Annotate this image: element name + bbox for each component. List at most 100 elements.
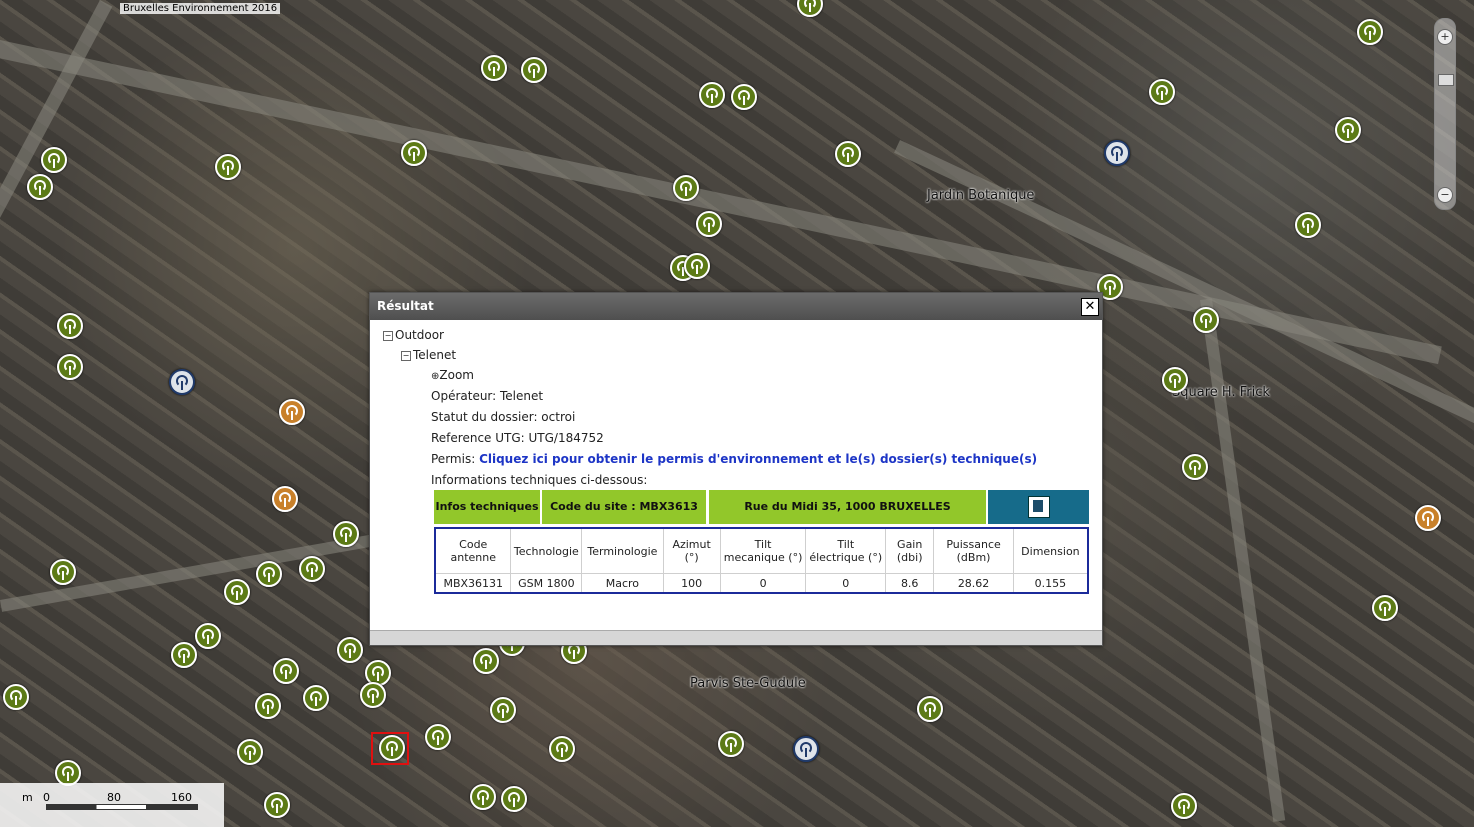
antenna-marker-icon[interactable] — [521, 57, 547, 83]
antenna-marker-icon[interactable] — [673, 175, 699, 201]
antenna-marker-icon[interactable] — [3, 684, 29, 710]
antenna-marker-icon[interactable] — [549, 736, 575, 762]
result-footer[interactable] — [370, 630, 1102, 645]
permis-link[interactable]: Cliquez ici pour obtenir le permis d'env… — [479, 452, 1037, 466]
table-cell: 100 — [662, 573, 721, 594]
antenna-marker-icon[interactable] — [501, 786, 527, 812]
scale-tick: 0 — [43, 791, 50, 804]
antenna-marker-icon[interactable] — [1149, 79, 1175, 105]
antenna-marker-icon[interactable] — [481, 55, 507, 81]
scale-graduation — [46, 804, 198, 810]
scale-unit: m — [22, 791, 33, 804]
antenna-marker-icon[interactable] — [1357, 19, 1383, 45]
antenna-marker-icon[interactable] — [1372, 595, 1398, 621]
table-row: MBX36131 GSM 1800 Macro 100 0 0 8.6 28.62 0.155 — [434, 573, 1089, 594]
table-cell: 28.62 — [933, 573, 1014, 594]
antenna-marker-icon[interactable] — [255, 693, 281, 719]
antenna-marker-icon[interactable] — [1295, 212, 1321, 238]
antenna-marker-icon[interactable] — [425, 724, 451, 750]
selected-antenna-highlight — [371, 732, 409, 765]
table-cell: 0.155 — [1012, 573, 1089, 594]
antenna-marker-icon[interactable] — [718, 731, 744, 757]
antenna-marker-icon[interactable] — [237, 739, 263, 765]
scale-bar: m 0 80 160 — [0, 783, 224, 827]
antenna-marker-icon[interactable] — [57, 313, 83, 339]
antenna-marker-icon[interactable] — [279, 399, 305, 425]
close-button[interactable]: ✕ — [1081, 298, 1099, 316]
antenna-marker-icon[interactable] — [470, 784, 496, 810]
antenna-marker-icon[interactable] — [333, 521, 359, 547]
antenna-marker-icon[interactable] — [337, 637, 363, 663]
pdf-download-cell[interactable] — [988, 490, 1089, 524]
antenna-marker-icon[interactable] — [27, 174, 53, 200]
table-header-row: Code antenne Technologie Terminologie Azimu… — [434, 527, 1089, 574]
tree-node-outdoor[interactable]: − Outdoor — [383, 328, 444, 342]
antenna-marker-icon[interactable] — [731, 84, 757, 110]
zoom-out-button[interactable]: − — [1437, 187, 1453, 203]
antenna-marker-icon[interactable] — [303, 685, 329, 711]
table-header-cell: Puissance (dBm) — [933, 527, 1014, 574]
antenna-marker-icon[interactable] — [195, 623, 221, 649]
result-popup[interactable]: Résultat ✕ − Outdoor − Telenet ⊕Zoom Opéra… — [369, 292, 1103, 646]
zoom-slider-handle[interactable] — [1438, 74, 1454, 86]
site-info-bar: Infos techniques Code du site : MBX3613 … — [434, 490, 1089, 524]
antenna-marker-icon[interactable] — [169, 369, 195, 395]
antenna-marker-icon[interactable] — [1415, 505, 1441, 531]
antenna-marker-icon[interactable] — [917, 696, 943, 722]
antenna-marker-icon[interactable] — [360, 682, 386, 708]
antenna-marker-icon[interactable] — [1182, 454, 1208, 480]
permis-label: Permis: — [431, 452, 476, 466]
site-code: Code du site : MBX3613 — [542, 490, 706, 524]
antenna-marker-icon[interactable] — [797, 0, 823, 17]
result-titlebar[interactable]: Résultat ✕ — [370, 293, 1102, 320]
antenna-marker-icon[interactable] — [1104, 140, 1130, 166]
antenna-marker-icon[interactable] — [684, 253, 710, 279]
antenna-marker-icon[interactable] — [793, 736, 819, 762]
pdf-icon[interactable] — [1028, 496, 1050, 518]
zoom-label: Zoom — [439, 368, 474, 382]
antenna-marker-icon[interactable] — [224, 579, 250, 605]
antenna-marker-icon[interactable] — [264, 792, 290, 818]
antenna-marker-icon[interactable] — [473, 648, 499, 674]
table-body: MBX36131 GSM 1800 Macro 100 0 0 8.6 28.62 0.155 — [434, 573, 1089, 594]
antenna-marker-icon[interactable] — [1193, 307, 1219, 333]
antenna-marker-icon[interactable] — [835, 141, 861, 167]
table-cell: MBX36131 — [434, 573, 512, 594]
permis-row: Permis: Cliquez ici pour obtenir le perm… — [431, 452, 1037, 466]
statut-text: Statut du dossier: octroi — [431, 410, 576, 424]
antenna-marker-icon[interactable] — [57, 354, 83, 380]
collapse-icon[interactable]: − — [401, 351, 411, 361]
antenna-marker-icon[interactable] — [256, 561, 282, 587]
site-address: Rue du Midi 35, 1000 BRUXELLES — [709, 490, 986, 524]
antenna-marker-icon[interactable] — [490, 697, 516, 723]
operateur-text: Opérateur: Telenet — [431, 389, 544, 403]
antenna-marker-icon[interactable] — [699, 82, 725, 108]
table-header-cell: Tilt électrique (°) — [805, 527, 887, 574]
table-header-cell: Gain (dbi) — [885, 527, 935, 574]
tree-label: Telenet — [413, 348, 457, 362]
antenna-marker-icon[interactable] — [401, 140, 427, 166]
tree-label: Outdoor — [395, 328, 444, 342]
result-title: Résultat — [377, 299, 434, 313]
technical-table: Code antenne Technologie Terminologie Azimu… — [434, 527, 1089, 594]
antenna-marker-icon[interactable] — [171, 642, 197, 668]
antenna-marker-icon[interactable] — [273, 658, 299, 684]
antenna-marker-icon[interactable] — [50, 559, 76, 585]
antenna-marker-icon[interactable] — [696, 211, 722, 237]
antenna-marker-icon[interactable] — [299, 556, 325, 582]
map-label-jardin-botanique: Jardin Botanique — [927, 188, 1035, 203]
tree-node-telenet[interactable]: − Telenet — [401, 348, 456, 362]
antenna-marker-icon[interactable] — [1335, 117, 1361, 143]
table-header-cell: Code antenne — [434, 527, 512, 574]
antenna-marker-icon[interactable] — [1162, 367, 1188, 393]
zoom-slider[interactable]: + − — [1434, 18, 1456, 210]
table-header-cell: Dimension — [1012, 527, 1089, 574]
antenna-marker-icon[interactable] — [41, 147, 67, 173]
zoom-in-button[interactable]: + — [1437, 29, 1453, 45]
collapse-icon[interactable]: − — [383, 331, 393, 341]
antenna-marker-icon[interactable] — [215, 154, 241, 180]
table-cell: 8.6 — [885, 573, 935, 594]
antenna-marker-icon[interactable] — [272, 486, 298, 512]
antenna-marker-icon[interactable] — [1171, 793, 1197, 819]
zoom-link[interactable]: ⊕Zoom — [431, 368, 474, 382]
